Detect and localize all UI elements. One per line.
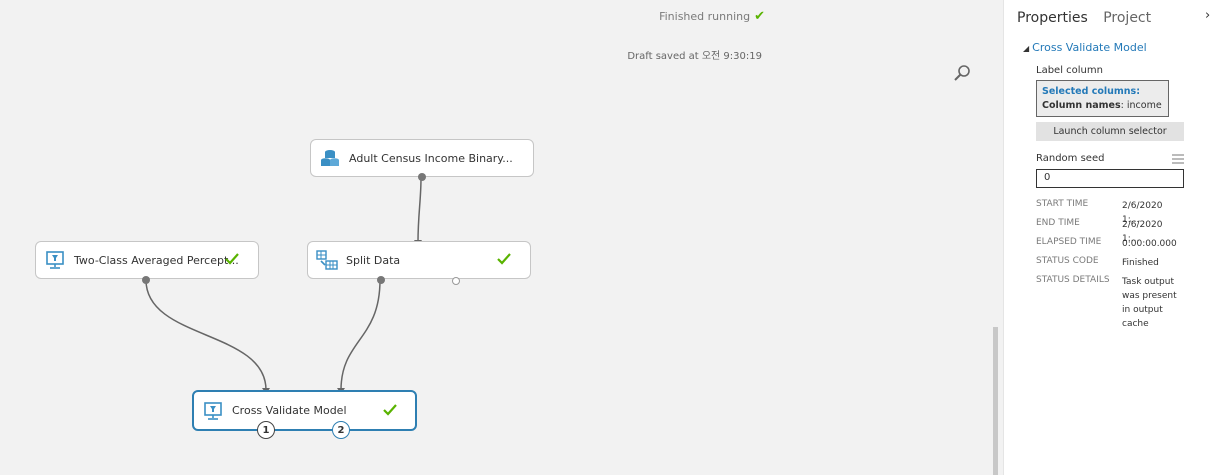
stat-key: START TIME — [1036, 199, 1089, 209]
launch-column-selector-button[interactable]: Launch column selector — [1036, 122, 1184, 141]
split-icon — [316, 249, 338, 271]
canvas-scrollbar[interactable] — [993, 327, 998, 475]
menu-icon[interactable] — [1172, 154, 1184, 165]
stat-value: Task output was present in output cache — [1122, 277, 1177, 329]
run-status: Finished running ✔ — [659, 9, 765, 24]
stat-status-details: STATUS DETAILS Task output was present in… — [1036, 275, 1216, 331]
output-port-1[interactable]: 1 — [257, 421, 275, 439]
label-column-label: Label column — [1036, 65, 1103, 76]
node-split-data[interactable]: Split Data — [307, 241, 531, 285]
stat-key: STATUS CODE — [1036, 256, 1099, 266]
experiment-canvas[interactable]: Finished running ✔ Draft saved at 오전 9:30… — [0, 0, 1003, 475]
check-icon — [225, 253, 239, 265]
panel-tabs: Properties Project — [1017, 10, 1162, 26]
output-port[interactable] — [418, 173, 426, 181]
properties-panel: Properties Project ◢ Cross Validate Model… — [1003, 0, 1222, 475]
stat-key: END TIME — [1036, 218, 1080, 228]
check-icon — [383, 404, 397, 416]
random-seed-input[interactable]: 0 — [1036, 169, 1184, 188]
column-names-line: Column names: income — [1042, 99, 1163, 113]
model-icon — [44, 249, 66, 271]
wire-twoclass-to-cross-1 — [145, 279, 267, 391]
wire-census-to-split — [417, 177, 422, 243]
wire-split-to-cross-2 — [340, 279, 381, 391]
node-adult-census[interactable]: Adult Census Income Binary... — [310, 139, 534, 181]
tab-project[interactable]: Project — [1103, 10, 1151, 26]
tab-properties[interactable]: Properties — [1017, 10, 1088, 26]
section-header[interactable]: ◢ Cross Validate Model — [1023, 41, 1147, 54]
stat-key: ELAPSED TIME — [1036, 237, 1102, 247]
output-port[interactable] — [142, 276, 150, 284]
stat-value: Finished — [1122, 258, 1159, 268]
model-icon — [202, 400, 224, 422]
collapse-triangle-icon: ◢ — [1023, 44, 1030, 53]
column-names-value: : income — [1120, 100, 1162, 111]
stat-status-code: STATUS CODE Finished — [1036, 256, 1216, 270]
run-status-text: Finished running — [659, 10, 751, 23]
node-label: Two-Class Averaged Percept... — [74, 253, 239, 267]
output-port-2[interactable] — [452, 277, 460, 285]
random-seed-label: Random seed — [1036, 153, 1105, 164]
dataset-icon — [319, 147, 341, 169]
check-icon — [497, 253, 511, 265]
column-names-key: Column names — [1042, 100, 1121, 111]
output-port-2[interactable]: 2 — [332, 421, 350, 439]
selected-columns-heading: Selected columns: — [1042, 86, 1141, 97]
search-icon[interactable] — [953, 64, 971, 82]
draft-saved-text: Draft saved at 오전 9:30:19 — [627, 51, 762, 62]
connection-wires — [145, 177, 422, 394]
stat-elapsed-time: ELAPSED TIME 0:00:00.000 — [1036, 237, 1216, 251]
node-cross-validate-model[interactable]: Cross Validate Model 1 2 — [192, 390, 417, 439]
output-port-1[interactable] — [377, 276, 385, 284]
node-label: Split Data — [346, 253, 401, 267]
stat-key: STATUS DETAILS — [1036, 275, 1110, 285]
stat-value: 0:00:00.000 — [1122, 239, 1177, 249]
collapse-panel-chevron-icon[interactable]: › — [1205, 8, 1210, 23]
selected-columns-box: Selected columns: Column names: income — [1036, 80, 1169, 117]
node-label: Adult Census Income Binary... — [349, 151, 513, 165]
node-label: Cross Validate Model — [232, 404, 347, 417]
node-two-class-perceptron[interactable]: Two-Class Averaged Percept... — [35, 241, 259, 284]
section-title: Cross Validate Model — [1032, 41, 1147, 54]
check-icon: ✔ — [754, 9, 765, 24]
